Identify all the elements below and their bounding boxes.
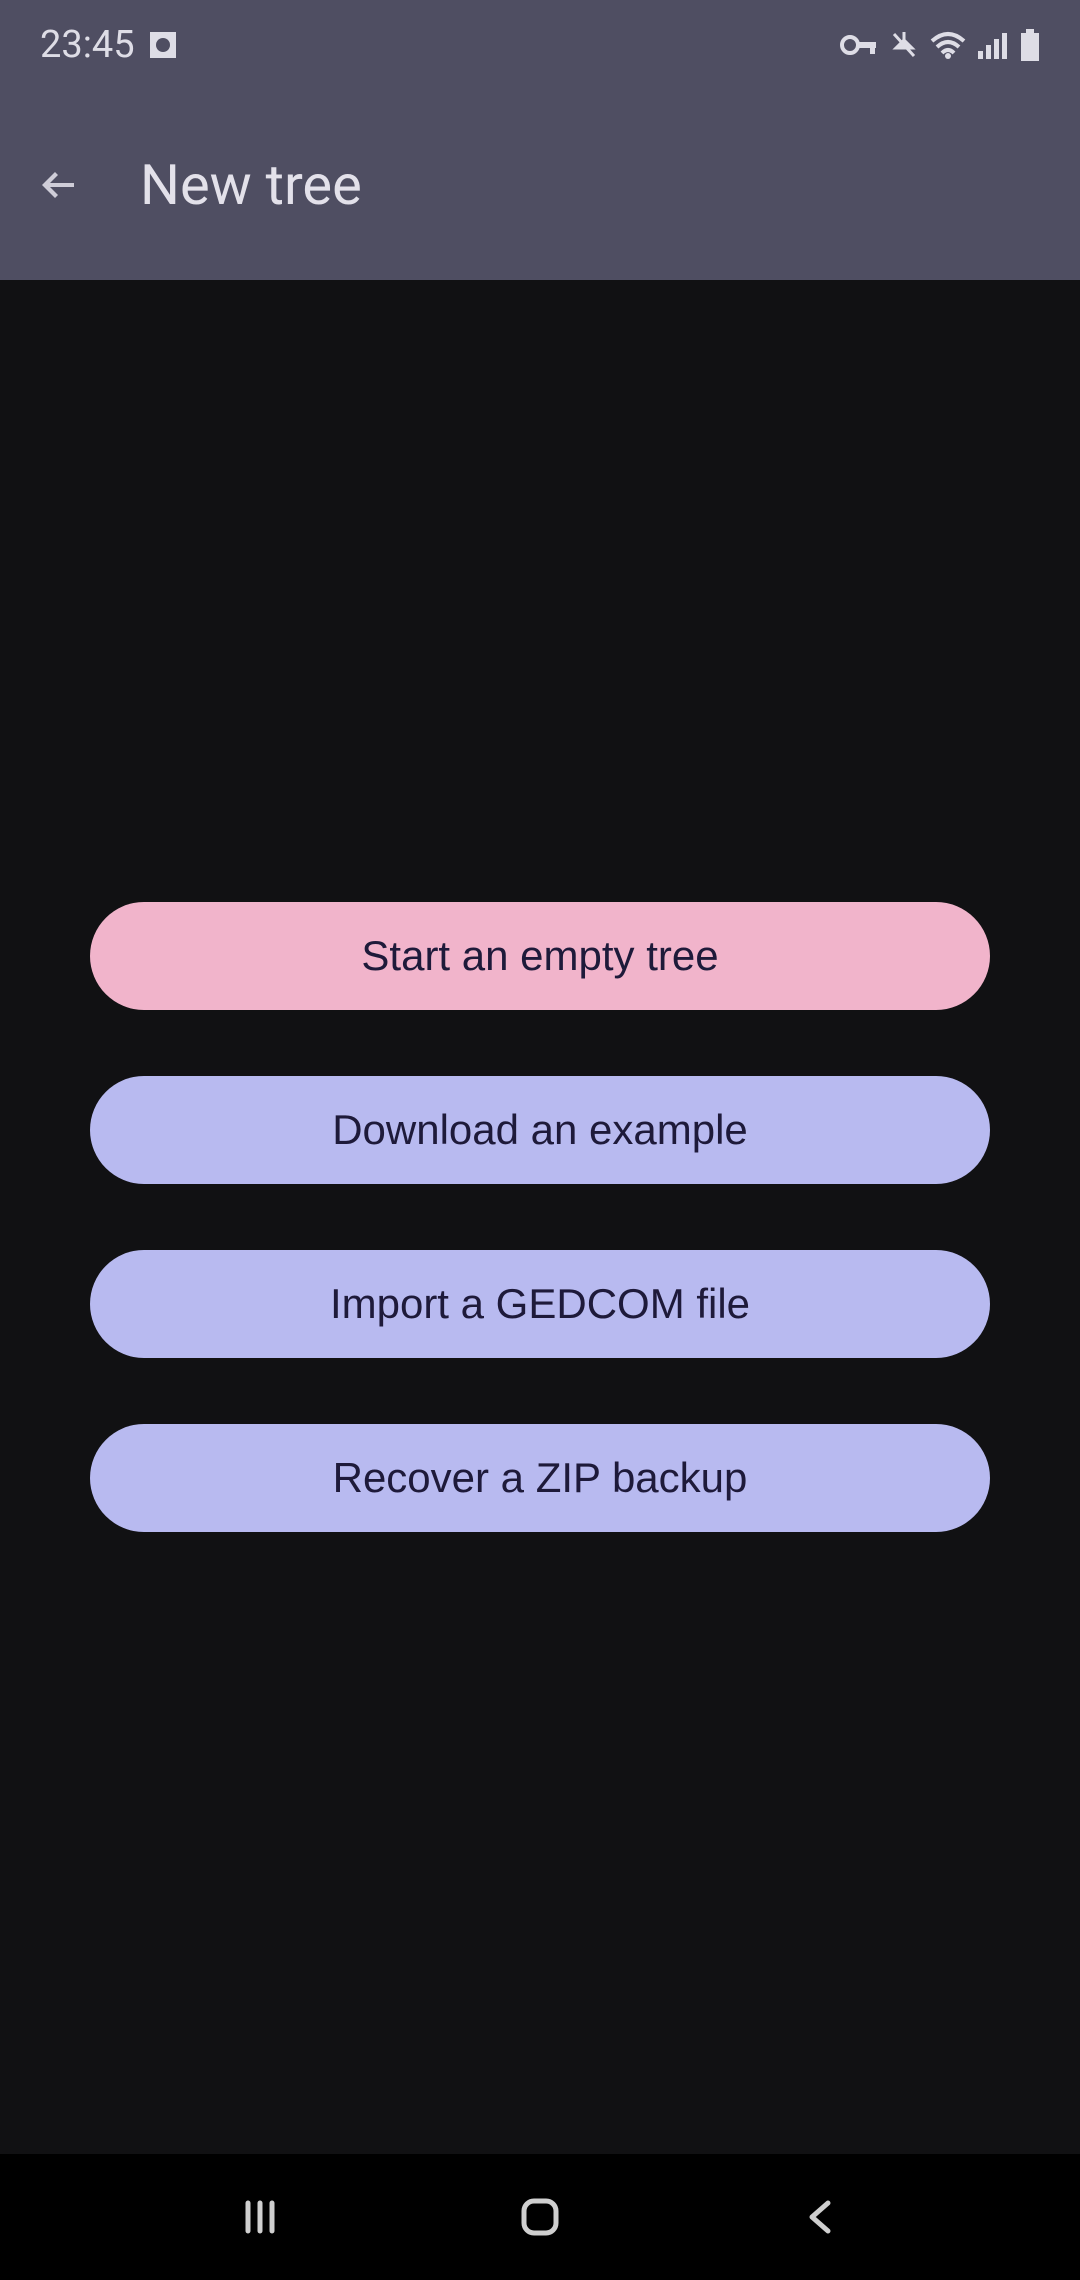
battery-icon: [1020, 29, 1040, 61]
chevron-left-icon: [802, 2197, 838, 2237]
home-button[interactable]: [500, 2177, 580, 2257]
recents-button[interactable]: [220, 2177, 300, 2257]
status-left: 23:45: [40, 23, 176, 67]
status-bar: 23:45: [0, 0, 1080, 90]
import-gedcom-button[interactable]: Import a GEDCOM file: [90, 1250, 990, 1358]
download-example-button[interactable]: Download an example: [90, 1076, 990, 1184]
recents-icon: [240, 2197, 280, 2237]
nav-back-button[interactable]: [780, 2177, 860, 2257]
status-right: [840, 29, 1040, 61]
recover-zip-button[interactable]: Recover a ZIP backup: [90, 1424, 990, 1532]
page-title: New tree: [140, 152, 362, 218]
status-time: 23:45: [40, 23, 135, 67]
home-icon: [518, 2195, 562, 2239]
start-empty-tree-button[interactable]: Start an empty tree: [90, 902, 990, 1010]
wifi-icon: [930, 31, 966, 59]
mute-icon: [890, 30, 918, 60]
arrow-left-icon: [36, 161, 84, 209]
vpn-key-icon: [840, 34, 878, 56]
back-button[interactable]: [35, 160, 85, 210]
signal-icon: [978, 31, 1008, 59]
content-area: Start an empty tree Download an example …: [0, 280, 1080, 2154]
nav-bar: [0, 2154, 1080, 2280]
notification-icon: [150, 32, 176, 58]
app-bar: New tree: [0, 90, 1080, 280]
